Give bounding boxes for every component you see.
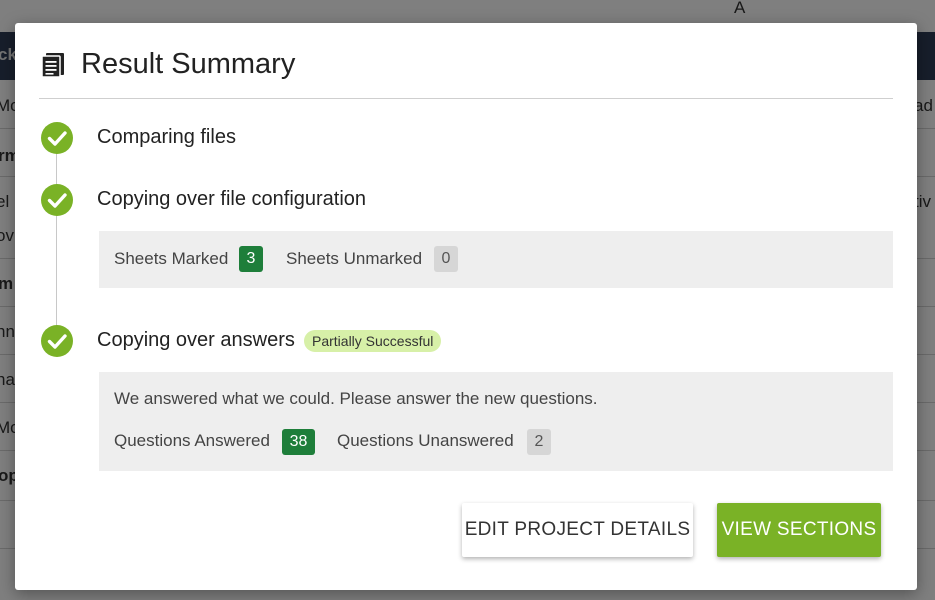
sheets-marked-label: Sheets Marked [114, 249, 229, 268]
sheets-summary-panel: Sheets Marked 3 Sheets Unmarked 0 [99, 231, 893, 288]
edit-project-details-button[interactable]: EDIT PROJECT DETAILS [462, 503, 693, 557]
step-label-copying-configuration: Copying over file configuration [97, 188, 367, 210]
step-label-copying-answers: Copying over answers [97, 329, 295, 351]
partially-successful-badge: Partially Successful [304, 330, 442, 352]
title-divider [39, 98, 893, 99]
answers-summary-panel: We answered what we could. Please answer… [99, 372, 893, 471]
document-list-icon [41, 52, 65, 78]
result-summary-modal: Result Summary Comparing files Copying o… [15, 23, 917, 590]
answers-message: We answered what we could. Please answer… [114, 389, 598, 408]
modal-title: Result Summary [81, 48, 296, 80]
check-circle-icon [41, 325, 73, 357]
timeline-connector [56, 138, 57, 338]
check-circle-icon [41, 184, 73, 216]
sheets-unmarked-label: Sheets Unmarked [286, 249, 423, 268]
questions-answered-count-badge: 38 [282, 429, 315, 455]
sheets-marked-count-badge: 3 [239, 246, 263, 272]
step-label-comparing-files: Comparing files [97, 126, 236, 148]
check-circle-icon [41, 122, 73, 154]
view-sections-button[interactable]: VIEW SECTIONS [717, 503, 881, 557]
questions-unanswered-label: Questions Unanswered [337, 431, 514, 450]
sheets-unmarked-count-badge: 0 [434, 246, 458, 272]
questions-unanswered-count-badge: 2 [527, 429, 551, 455]
questions-answered-label: Questions Answered [114, 431, 270, 450]
